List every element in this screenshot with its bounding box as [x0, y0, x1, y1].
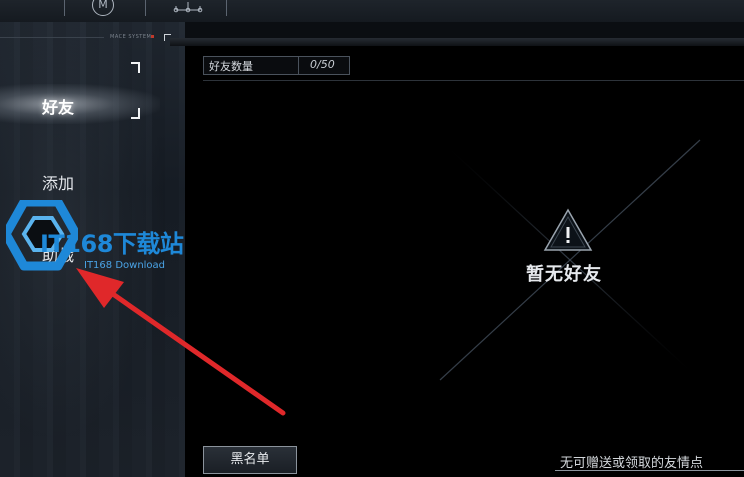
red-arrow-annotation	[76, 268, 286, 416]
